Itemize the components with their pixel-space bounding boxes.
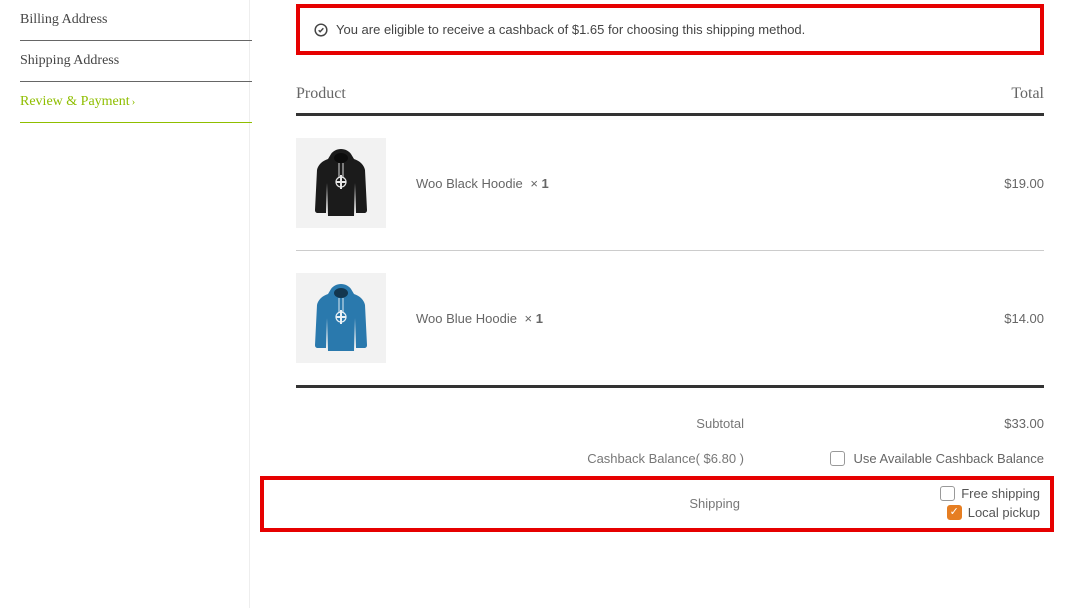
- order-table: Product Total Woo Black Hoodie × 1 $19.00…: [296, 75, 1044, 388]
- product-price: $19.00: [1004, 176, 1044, 191]
- product-name: Woo Blue Hoodie × 1: [416, 311, 543, 326]
- shipping-option-label: Local pickup: [968, 505, 1040, 520]
- qty-times: ×: [530, 176, 538, 191]
- chevron-right-icon: ›: [132, 96, 136, 108]
- subtotal-value: $33.00: [784, 416, 1044, 431]
- order-totals: Subtotal $33.00 Cashback Balance( $6.80 …: [296, 406, 1044, 476]
- shipping-option: Free shipping: [780, 486, 1040, 501]
- shipping-option-checkbox[interactable]: [947, 505, 962, 520]
- shipping-option-label: Free shipping: [961, 486, 1040, 501]
- shipping-option: Local pickup: [780, 505, 1040, 520]
- qty-number: 1: [542, 176, 549, 191]
- step-shipping-address[interactable]: Shipping Address: [20, 41, 252, 82]
- product-row: Woo Blue Hoodie × 1 $14.00: [296, 251, 1044, 388]
- col-product: Product: [296, 85, 346, 103]
- cashback-balance-label: Cashback Balance( $6.80 ): [296, 451, 784, 466]
- notice-text: You are eligible to receive a cashback o…: [336, 22, 805, 37]
- use-cashback-checkbox[interactable]: [830, 451, 845, 466]
- qty-number: 1: [536, 311, 543, 326]
- qty-times: ×: [525, 311, 533, 326]
- product-price: $14.00: [1004, 311, 1044, 326]
- check-circle-icon: [314, 23, 328, 37]
- shipping-section: Shipping Free shipping Local pickup: [260, 476, 1054, 532]
- cashback-notice: You are eligible to receive a cashback o…: [296, 4, 1044, 55]
- shipping-option-checkbox[interactable]: [940, 486, 955, 501]
- use-cashback-label: Use Available Cashback Balance: [853, 451, 1044, 466]
- subtotal-label: Subtotal: [296, 416, 784, 431]
- product-thumbnail: [296, 273, 386, 363]
- product-name: Woo Black Hoodie × 1: [416, 176, 549, 191]
- step-review-payment[interactable]: Review & Payment›: [20, 82, 252, 123]
- main-content: You are eligible to receive a cashback o…: [250, 0, 1080, 608]
- checkout-steps: Billing AddressShipping AddressReview & …: [0, 0, 250, 608]
- step-billing-address[interactable]: Billing Address: [20, 0, 252, 41]
- col-total: Total: [1011, 85, 1044, 103]
- product-thumbnail: [296, 138, 386, 228]
- shipping-label: Shipping: [274, 496, 780, 511]
- product-row: Woo Black Hoodie × 1 $19.00: [296, 116, 1044, 251]
